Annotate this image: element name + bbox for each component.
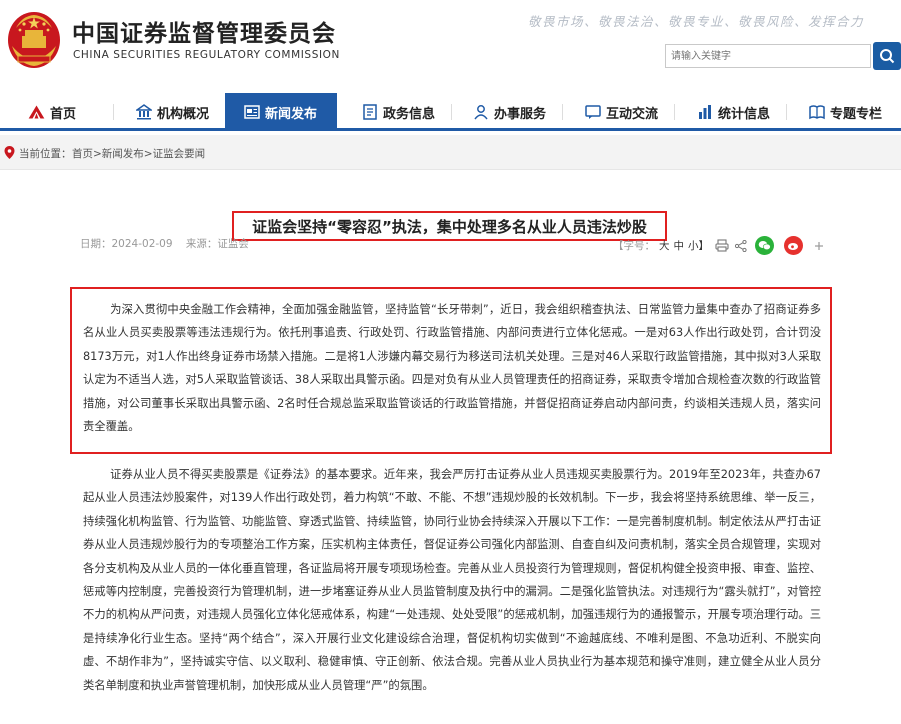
book-icon — [808, 104, 825, 121]
article-title: 证监会坚持“零容忍”执法，集中处理多名从业人员违法炒股 — [232, 211, 667, 241]
document-icon — [361, 104, 378, 121]
breadcrumb-label: 当前位置： — [19, 148, 72, 160]
nav-interaction[interactable]: 互动交流 — [584, 93, 658, 131]
nav-label: 办事服务 — [494, 106, 547, 122]
org-name-en: CHINA SECURITIES REGULATORY COMMISSION — [73, 49, 340, 61]
weibo-share-icon[interactable] — [784, 236, 803, 255]
site-header: 中国证券监督管理委员会 CHINA SECURITIES REGULATORY … — [0, 0, 901, 82]
home-icon — [28, 104, 45, 121]
search-input[interactable] — [665, 44, 871, 68]
nav-divider — [113, 104, 114, 120]
chart-icon — [696, 104, 713, 121]
print-icon[interactable] — [715, 239, 729, 252]
location-pin-icon — [4, 146, 15, 159]
main-nav: 首页 机构概况 新闻发布 政务信息 办事服务 互动交流 统计信息 专题专栏 — [0, 93, 901, 131]
nav-statistics[interactable]: 统计信息 — [696, 93, 770, 131]
font-size-label: 【字号： — [613, 240, 655, 252]
news-icon — [243, 104, 260, 121]
national-emblem-logo[interactable] — [6, 6, 62, 70]
nav-topics[interactable]: 专题专栏 — [808, 93, 882, 131]
wechat-share-icon[interactable] — [755, 236, 774, 255]
org-name-cn[interactable]: 中国证券监督管理委员会 — [72, 14, 336, 48]
article-source: 来源：证监会 — [185, 238, 249, 250]
font-size-small[interactable]: 小】 — [688, 238, 709, 253]
nav-divider — [451, 104, 452, 120]
article-meta: 日期：2024-02-09 来源：证监会 — [80, 236, 249, 251]
nav-divider — [674, 104, 675, 120]
nav-label: 政务信息 — [383, 106, 436, 122]
chat-icon — [584, 104, 601, 121]
nav-label: 新闻发布 — [265, 106, 318, 122]
font-size-large[interactable]: 大 — [659, 238, 670, 253]
nav-label: 专题专栏 — [830, 106, 883, 122]
article-date: 日期：2024-02-09 — [80, 238, 173, 250]
nav-label: 首页 — [50, 106, 77, 122]
nav-label: 机构概况 — [157, 106, 210, 122]
slogan: 敬畏市场、敬畏法治、敬畏专业、敬畏风险、发挥合力 — [528, 14, 865, 29]
nav-home[interactable]: 首页 — [28, 93, 76, 131]
breadcrumb-path[interactable]: 首页>新闻发布>证监会要闻 — [72, 146, 205, 161]
nav-label: 统计信息 — [718, 106, 771, 122]
nav-divider — [562, 104, 563, 120]
share-icon[interactable] — [735, 239, 747, 252]
article-paragraph-2: 证券从业人员不得买卖股票是《证券法》的基本要求。近年来，我会严厉打击证券从业人员… — [83, 468, 821, 692]
article-tools: 【字号： 大 中 小】 — [613, 236, 824, 255]
search-button[interactable] — [873, 42, 901, 70]
building-icon — [135, 104, 152, 121]
nav-about[interactable]: 机构概况 — [135, 93, 209, 131]
font-size-medium[interactable]: 中 — [674, 238, 685, 253]
add-icon[interactable] — [814, 241, 824, 251]
nav-label: 互动交流 — [606, 106, 659, 122]
breadcrumb: 当前位置： 首页>新闻发布>证监会要闻 — [0, 135, 901, 170]
service-icon — [472, 104, 489, 121]
search-icon — [880, 49, 895, 64]
nav-services[interactable]: 办事服务 — [472, 93, 546, 131]
nav-news[interactable]: 新闻发布 — [225, 93, 337, 131]
nav-divider — [786, 104, 787, 120]
nav-gov-info[interactable]: 政务信息 — [361, 93, 435, 131]
article-paragraph-1: 为深入贯彻中央金融工作会精神，全面加强金融监管，坚持监管“长牙带刺”，近日，我会… — [83, 303, 821, 434]
